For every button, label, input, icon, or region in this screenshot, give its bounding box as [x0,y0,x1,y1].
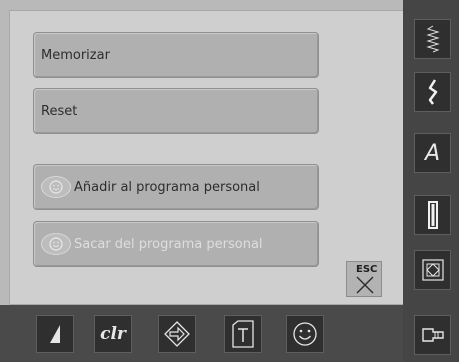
quilt-stitches-button[interactable] [414,250,451,290]
add-to-personal-program-button[interactable]: Añadir al programa personal [33,164,319,210]
clr-button[interactable]: clr [94,315,132,353]
reset-label: Reset [41,103,78,119]
memorize-label: Memorizar [41,47,110,63]
alphabets-button[interactable]: A [414,133,451,173]
zigzag-stitch-icon [425,25,440,53]
smiley-icon [41,233,71,255]
remove-from-personal-program-button[interactable]: Sacar del programa personal [33,221,319,267]
smiley-icon [41,176,71,198]
pattern-begin-button[interactable] [224,315,262,353]
stitch-length-button[interactable] [36,315,74,353]
presser-foot-icon [421,328,444,342]
buttonholes-button[interactable] [414,195,451,235]
esc-label: ESC [356,264,378,275]
wedge-icon [50,325,60,343]
buttonhole-icon [427,201,438,229]
remove-from-personal-program-label: Sacar del programa personal [74,236,263,252]
decorative-stitches-button[interactable] [414,72,451,112]
practical-stitches-button[interactable] [414,19,451,59]
quilt-icon [421,259,444,281]
setup-button[interactable] [414,315,451,355]
reset-button[interactable]: Reset [33,88,319,134]
alphabet-label: A [424,140,441,166]
decorative-stitch-icon [428,79,437,105]
bookmark-t-icon [232,320,254,348]
needle-stop-button[interactable] [158,315,196,353]
clr-label: clr [100,324,126,344]
esc-button[interactable]: ESC [346,261,382,297]
memorize-button[interactable]: Memorizar [33,32,319,78]
add-to-personal-program-label: Añadir al programa personal [74,179,260,195]
close-icon [356,276,374,294]
personal-program-button[interactable] [286,315,324,353]
smiley-icon [293,322,317,346]
diamond-arrow-icon [164,321,190,347]
